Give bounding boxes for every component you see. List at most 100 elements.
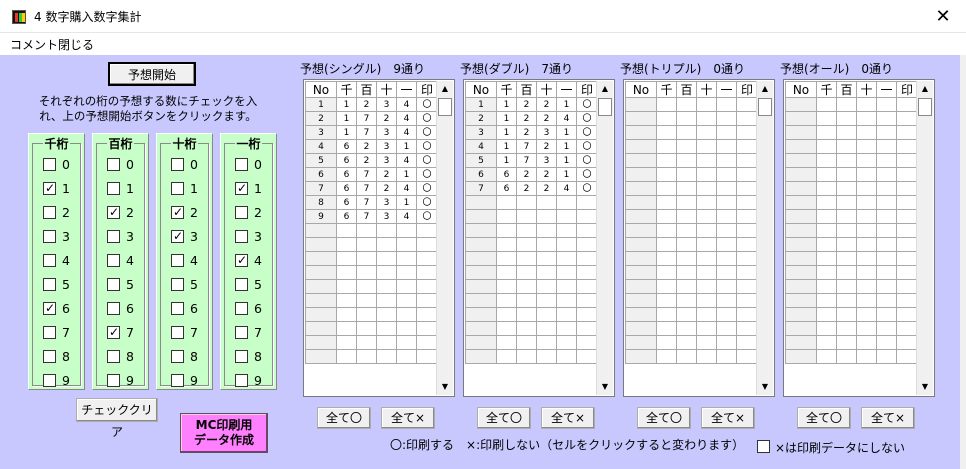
digit-checkbox-9[interactable]: 9	[171, 373, 211, 389]
digit-checkbox-8[interactable]: 8	[43, 349, 83, 365]
print-mark-cell[interactable]	[416, 293, 438, 308]
digit-checkbox-2[interactable]: ✓ 2	[107, 205, 147, 221]
print-mark-cell[interactable]	[736, 153, 758, 168]
scroll-thumb[interactable]	[918, 98, 932, 116]
digit-checkbox-2[interactable]: 2	[235, 205, 275, 221]
print-mark-cell[interactable]: 〇	[416, 209, 438, 224]
print-mark-cell[interactable]	[736, 251, 758, 266]
digit-checkbox-5[interactable]: 5	[171, 277, 211, 293]
digit-checkbox-8[interactable]: 8	[235, 349, 275, 365]
scroll-up-icon[interactable]: ▲	[917, 81, 933, 97]
print-mark-cell[interactable]	[576, 321, 598, 336]
menu-comment[interactable]: コメント	[10, 36, 58, 53]
check-clear-button[interactable]: チェッククリア	[76, 398, 158, 439]
print-mark-cell[interactable]: 〇	[576, 153, 598, 168]
print-mark-cell[interactable]	[576, 349, 598, 364]
print-mark-cell[interactable]	[896, 209, 918, 224]
print-mark-cell[interactable]	[416, 237, 438, 252]
all-o-button-0[interactable]: 全て〇	[317, 407, 371, 429]
print-mark-cell[interactable]	[896, 265, 918, 280]
digit-checkbox-2[interactable]: 2	[43, 205, 83, 221]
print-mark-cell[interactable]	[416, 251, 438, 266]
print-mark-cell[interactable]	[576, 279, 598, 294]
print-mark-cell[interactable]	[416, 349, 438, 364]
print-mark-cell[interactable]	[896, 195, 918, 210]
digit-checkbox-9[interactable]: 9	[43, 373, 83, 389]
print-mark-cell[interactable]	[896, 167, 918, 182]
print-mark-cell[interactable]	[736, 293, 758, 308]
print-mark-cell[interactable]	[736, 125, 758, 140]
print-mark-cell[interactable]	[576, 237, 598, 252]
print-mark-cell[interactable]: 〇	[416, 139, 438, 154]
digit-checkbox-7[interactable]: 7	[235, 325, 275, 341]
digit-checkbox-2[interactable]: ✓ 2	[171, 205, 211, 221]
digit-checkbox-0[interactable]: 0	[43, 157, 83, 173]
digit-checkbox-8[interactable]: 8	[171, 349, 211, 365]
scroll-up-icon[interactable]: ▲	[597, 81, 613, 97]
scroll-down-icon[interactable]: ▼	[917, 379, 933, 395]
print-mark-cell[interactable]	[896, 307, 918, 322]
print-mark-cell[interactable]	[576, 293, 598, 308]
print-mark-cell[interactable]	[416, 265, 438, 280]
print-mark-cell[interactable]	[736, 223, 758, 238]
print-mark-cell[interactable]	[416, 279, 438, 294]
print-mark-cell[interactable]	[896, 237, 918, 252]
print-mark-cell[interactable]	[896, 223, 918, 238]
print-mark-cell[interactable]	[576, 307, 598, 322]
close-button[interactable]: ✕	[920, 0, 966, 33]
all-o-button-2[interactable]: 全て〇	[637, 407, 691, 429]
grid-scrollbar[interactable]: ▲ ▼	[756, 81, 773, 395]
print-mark-cell[interactable]	[416, 223, 438, 238]
print-mark-cell[interactable]	[576, 223, 598, 238]
scroll-thumb[interactable]	[598, 98, 612, 116]
noprint-checkbox[interactable]: ×は印刷データにしない	[757, 439, 927, 455]
print-mark-cell[interactable]	[896, 125, 918, 140]
print-mark-cell[interactable]: 〇	[576, 167, 598, 182]
print-mark-cell[interactable]: 〇	[576, 111, 598, 126]
mc-print-data-button[interactable]: MC印刷用データ作成	[180, 413, 268, 453]
print-mark-cell[interactable]: 〇	[416, 195, 438, 210]
digit-checkbox-4[interactable]: ✓ 4	[235, 253, 275, 269]
digit-checkbox-5[interactable]: 5	[43, 277, 83, 293]
print-mark-cell[interactable]	[736, 139, 758, 154]
digit-checkbox-4[interactable]: 4	[171, 253, 211, 269]
print-mark-cell[interactable]	[736, 279, 758, 294]
digit-checkbox-7[interactable]: 7	[171, 325, 211, 341]
all-o-button-3[interactable]: 全て〇	[797, 407, 851, 429]
scroll-down-icon[interactable]: ▼	[437, 379, 453, 395]
print-mark-cell[interactable]	[896, 111, 918, 126]
menu-close[interactable]: 閉じる	[58, 36, 94, 53]
print-mark-cell[interactable]	[896, 293, 918, 308]
digit-checkbox-1[interactable]: 1	[107, 181, 147, 197]
print-mark-cell[interactable]	[896, 251, 918, 266]
print-mark-cell[interactable]	[736, 181, 758, 196]
digit-checkbox-1[interactable]: 1	[171, 181, 211, 197]
print-mark-cell[interactable]: 〇	[576, 125, 598, 140]
print-mark-cell[interactable]	[576, 209, 598, 224]
digit-checkbox-3[interactable]: ✓ 3	[171, 229, 211, 245]
print-mark-cell[interactable]	[736, 335, 758, 350]
digit-checkbox-0[interactable]: 0	[171, 157, 211, 173]
digit-checkbox-4[interactable]: 4	[43, 253, 83, 269]
print-mark-cell[interactable]: 〇	[416, 125, 438, 140]
digit-checkbox-9[interactable]: 9	[107, 373, 147, 389]
print-mark-cell[interactable]	[576, 265, 598, 280]
print-mark-cell[interactable]	[896, 181, 918, 196]
print-mark-cell[interactable]	[736, 97, 758, 112]
scroll-thumb[interactable]	[758, 98, 772, 116]
scroll-down-icon[interactable]: ▼	[757, 379, 773, 395]
digit-checkbox-6[interactable]: ✓ 6	[43, 301, 83, 317]
print-mark-cell[interactable]	[736, 349, 758, 364]
print-mark-cell[interactable]: 〇	[416, 181, 438, 196]
digit-checkbox-1[interactable]: ✓ 1	[235, 181, 275, 197]
print-mark-cell[interactable]	[736, 321, 758, 336]
print-mark-cell[interactable]	[416, 335, 438, 350]
digit-checkbox-3[interactable]: 3	[43, 229, 83, 245]
print-mark-cell[interactable]: 〇	[416, 111, 438, 126]
digit-checkbox-6[interactable]: 6	[171, 301, 211, 317]
all-x-button-3[interactable]: 全て×	[861, 407, 915, 429]
scroll-up-icon[interactable]: ▲	[437, 81, 453, 97]
scroll-down-icon[interactable]: ▼	[597, 379, 613, 395]
print-mark-cell[interactable]	[736, 265, 758, 280]
print-mark-cell[interactable]	[576, 195, 598, 210]
